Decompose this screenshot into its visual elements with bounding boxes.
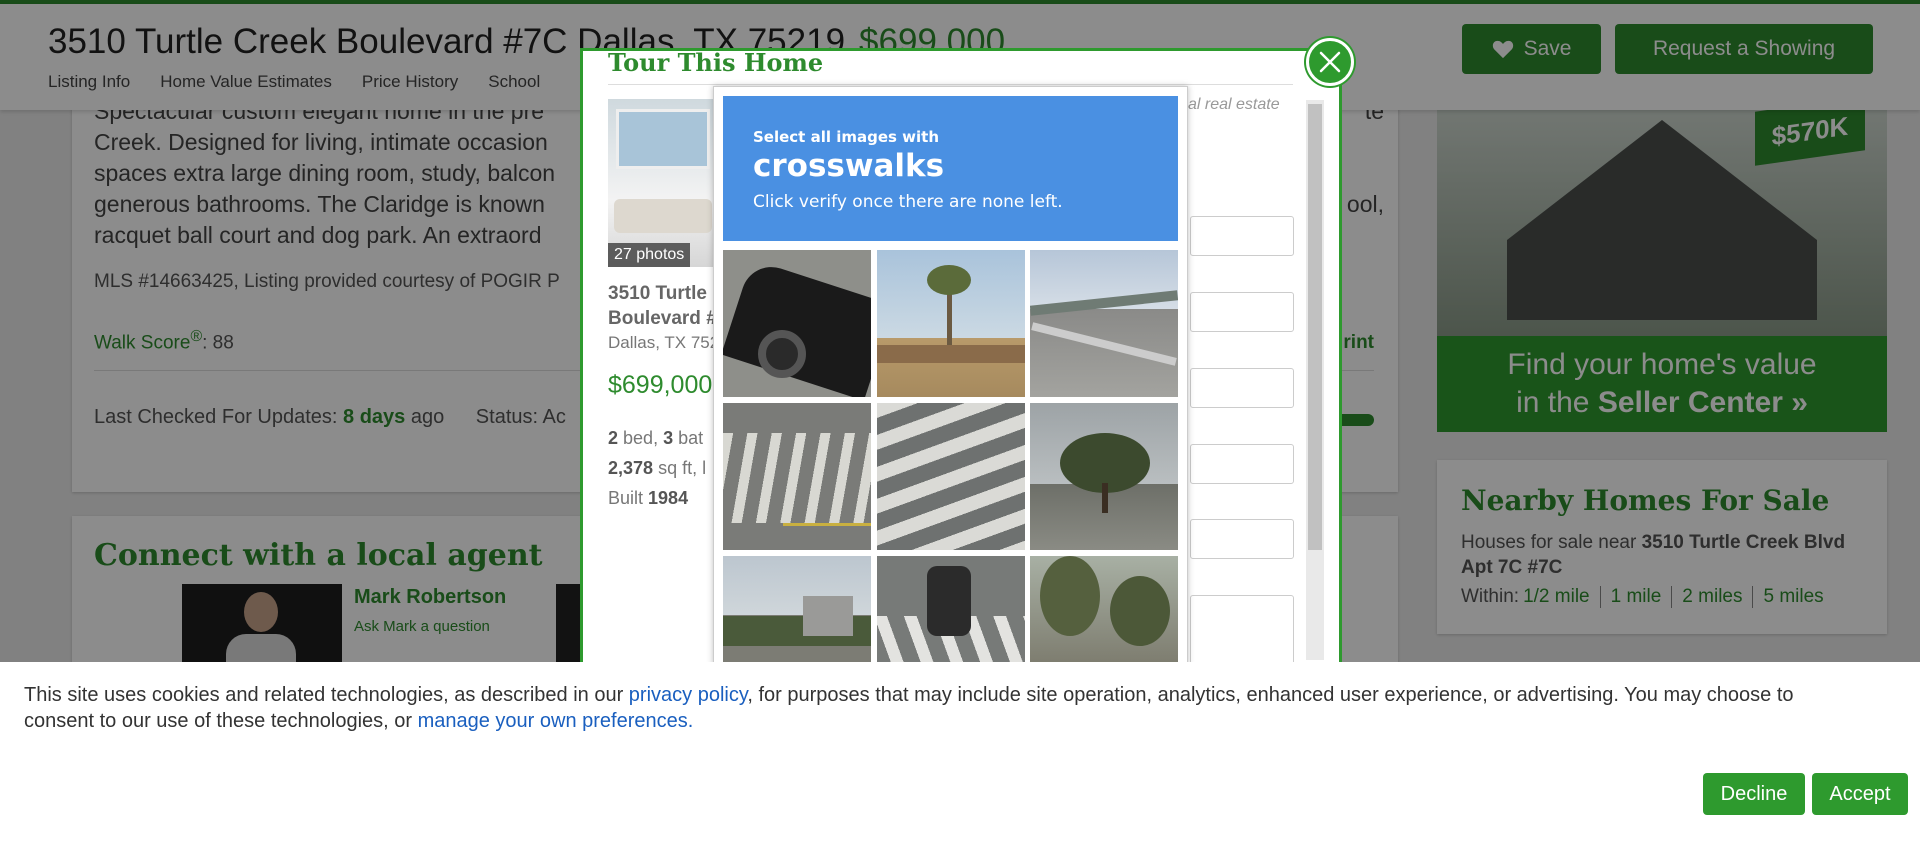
form-field[interactable] [1190, 368, 1294, 408]
cookie-banner: This site uses cookies and related techn… [0, 662, 1920, 846]
square-feet: 2,378 sq ft, l [608, 453, 706, 483]
listing-photo[interactable]: 27 photos [608, 99, 718, 267]
modal-city: Dallas, TX 752 [608, 333, 720, 352]
form-field[interactable] [1190, 444, 1294, 484]
captcha-subtext: Click verify once there are none left. [753, 192, 1063, 212]
captcha-tile[interactable] [877, 250, 1025, 397]
captcha-challenge: Select all images with crosswalks Click … [713, 86, 1188, 666]
cookie-line: consent to our use of these technologies… [24, 708, 1920, 734]
accept-button[interactable]: Accept [1812, 773, 1908, 815]
cookie-text-part: This site uses cookies and related techn… [24, 684, 629, 706]
close-modal-button[interactable] [1306, 38, 1354, 86]
sqft-value: 2,378 [608, 458, 654, 478]
built-label: Built [608, 488, 644, 508]
captcha-instruction: Select all images with [753, 128, 940, 146]
cookie-text-part: , for purposes that may include site ope… [747, 684, 1794, 706]
scrollbar-thumb[interactable] [1308, 104, 1322, 550]
captcha-tile[interactable] [723, 556, 871, 665]
captcha-tile[interactable] [723, 403, 871, 550]
baths-label: bat [678, 428, 704, 448]
captcha-tile[interactable] [877, 556, 1025, 665]
cookie-line: This site uses cookies and related techn… [24, 682, 1920, 708]
captcha-tile[interactable] [877, 403, 1025, 550]
modal-price: $699,000 [608, 371, 713, 399]
beds-baths: 2 bed, 3 bat [608, 423, 706, 453]
form-field[interactable] [1190, 292, 1294, 332]
form-field[interactable] [1190, 216, 1294, 256]
photo-count: 27 photos [608, 243, 691, 267]
modal-scrollbar[interactable] [1306, 100, 1324, 660]
divider [608, 84, 1293, 85]
message-field[interactable] [1190, 595, 1294, 665]
captcha-target: crosswalks [753, 148, 945, 184]
beds-label: bed, [623, 428, 659, 448]
manage-preferences-link[interactable]: manage your own preferences. [418, 710, 694, 732]
modal-title: Tour This Home [608, 48, 824, 77]
address-line: Boulevard # [608, 308, 717, 329]
sqft-label: sq ft, l [658, 458, 707, 478]
form-hint: cal real estate [1180, 96, 1280, 113]
captcha-header: Select all images with crosswalks Click … [723, 96, 1178, 241]
privacy-policy-link[interactable]: privacy policy [629, 684, 748, 706]
captcha-tile[interactable] [723, 250, 871, 397]
captcha-tile[interactable] [1030, 556, 1178, 665]
cookie-text-part: consent to our use of these technologies… [24, 710, 418, 732]
cookie-text: This site uses cookies and related techn… [24, 682, 1920, 734]
form-field[interactable] [1190, 519, 1294, 559]
built-year: 1984 [648, 488, 689, 508]
close-icon [1319, 51, 1341, 73]
captcha-tile[interactable] [1030, 250, 1178, 397]
captcha-tile[interactable] [1030, 403, 1178, 550]
address-line: 3510 Turtle [608, 283, 707, 304]
modal-address: 3510 Turtle Boulevard # [608, 281, 718, 331]
modal-home-facts: 2 bed, 3 bat 2,378 sq ft, l Built 1984 [608, 423, 706, 513]
decline-button[interactable]: Decline [1703, 773, 1805, 815]
baths-count: 3 [663, 428, 674, 448]
beds-count: 2 [608, 428, 619, 448]
year-built: Built 1984 [608, 483, 706, 513]
